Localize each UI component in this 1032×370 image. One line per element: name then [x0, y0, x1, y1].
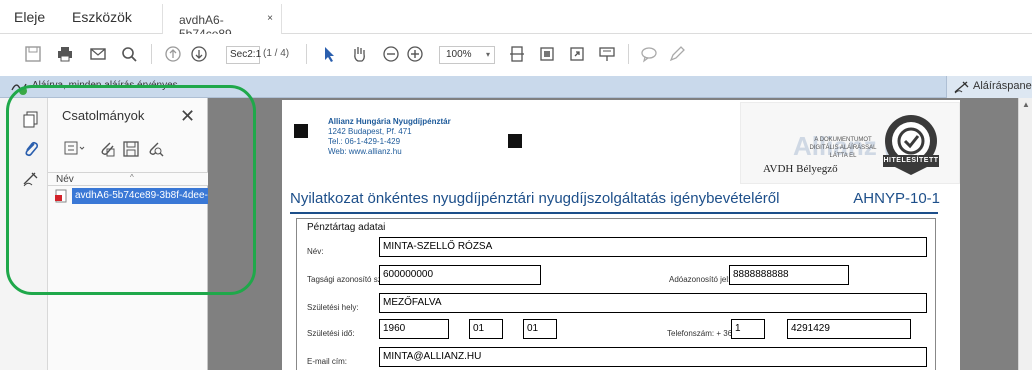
birth-year-field[interactable]: 1960: [379, 319, 449, 339]
email-label: E-mail cím:: [307, 357, 347, 366]
tab-close-icon[interactable]: ×: [267, 13, 273, 24]
name-label: Név:: [307, 247, 324, 256]
phone-area-field[interactable]: 1: [731, 319, 765, 339]
attachment-list-item[interactable]: avdhA6-5b74ce89-3b8f-4dee-b379: [52, 188, 208, 204]
stamp-note: A DOKUMENTUMOT DIGITÁLIS ALÁÍRÁSSAL LÁTT…: [809, 137, 877, 159]
prev-page-icon[interactable]: [164, 45, 182, 65]
save-icon[interactable]: [24, 45, 42, 65]
vertical-scrollbar[interactable]: ▲: [1018, 98, 1032, 370]
phone-label: Telefonszám: + 36: [667, 329, 733, 338]
navigation-rail: [0, 98, 48, 370]
scroll-up-icon[interactable]: ▲: [1022, 100, 1030, 109]
birthplace-field[interactable]: MEZŐFALVA: [379, 293, 927, 313]
menu-bar: Eleje Eszközök avdhA6-5b74ce89-... ×: [0, 0, 1032, 41]
attachments-panel: Csatolmányok ✕ Név ^ avdhA6-5b74ce89-3b8…: [48, 98, 208, 370]
signature-panel-label: Aláíráspanel: [973, 80, 1032, 92]
page-count: (1 / 4): [263, 48, 290, 59]
avdh-stamp: Allianz ( A DOKUMENTUMOT DIGITÁLIS ALÁÍR…: [740, 102, 960, 184]
print-icon[interactable]: [56, 45, 74, 65]
name-field[interactable]: MINTA-SZELLŐ RÓZSA: [379, 237, 927, 257]
rotate-icon[interactable]: [538, 45, 556, 65]
attachments-toolbar: [58, 136, 208, 162]
menu-tools[interactable]: Eszközök: [72, 9, 132, 25]
signature-status-text: Aláírva, minden aláírás érvényes.: [32, 80, 181, 91]
seal-label: HITELESÍTETT: [883, 157, 939, 164]
zoom-in-icon[interactable]: [406, 45, 424, 65]
birth-day-field[interactable]: 01: [523, 319, 557, 339]
registration-mark: [294, 124, 308, 138]
pages-icon[interactable]: [22, 110, 40, 128]
organization-address: 1242 Budapest, Pf. 471: [328, 127, 412, 136]
fit-page-icon[interactable]: [508, 45, 526, 65]
hand-icon[interactable]: [350, 45, 368, 65]
organization-phone: Tel.: 06-1-429-1-429: [328, 137, 401, 146]
comment-icon[interactable]: [640, 45, 658, 65]
document-page: Allianz Hungária Nyugdíjpénztár 1242 Bud…: [282, 100, 960, 370]
pen-icon[interactable]: [668, 45, 686, 65]
column-header-name[interactable]: Név ^: [48, 172, 208, 186]
tax-id-field[interactable]: 8888888888: [729, 265, 849, 285]
document-viewer: Allianz Hungária Nyugdíjpénztár 1242 Bud…: [208, 98, 1018, 370]
birth-month-field[interactable]: 01: [469, 319, 503, 339]
open-attachment-icon[interactable]: [98, 140, 116, 161]
phone-number-field[interactable]: 4291429: [787, 319, 911, 339]
tax-id-label: Adóazonosító jel:: [669, 275, 731, 284]
pdf-file-icon: [54, 189, 68, 206]
email-icon[interactable]: [89, 45, 107, 65]
search-icon[interactable]: [120, 45, 138, 65]
options-menu-icon[interactable]: [64, 140, 86, 159]
member-data-section: Pénztártag adatai Név: MINTA-SZELLŐ RÓZS…: [296, 218, 936, 370]
sort-indicator-icon: ^: [130, 173, 134, 182]
organization-web: Web: www.allianz.hu: [328, 147, 402, 156]
attachments-panel-title: Csatolmányok: [62, 108, 145, 123]
organization-address-block: Allianz Hungária Nyugdíjpénztár 1242 Bud…: [328, 117, 451, 157]
document-title: Nyilatkozat önkéntes nyugdíjpénztári nyu…: [290, 190, 780, 207]
zoom-value: 100%: [446, 49, 472, 60]
toolbar: Sec2:1 (1 / 4) 100% ▾: [0, 34, 1032, 74]
signature-status-bar: Aláírva, minden aláírás érvényes. Aláírá…: [0, 76, 1032, 98]
close-icon[interactable]: ✕: [180, 106, 195, 127]
fullscreen-icon[interactable]: [568, 45, 586, 65]
select-arrow-icon[interactable]: [320, 45, 338, 65]
read-mode-icon[interactable]: [598, 45, 616, 65]
signatures-icon[interactable]: [22, 170, 40, 188]
menu-home[interactable]: Eleje: [14, 9, 45, 25]
birthdate-label: Születési idő:: [307, 329, 355, 338]
title-divider: [290, 212, 938, 214]
member-id-field[interactable]: 600000000: [379, 265, 541, 285]
stamp-caption: AVDH Bélyegző: [763, 163, 838, 175]
email-field[interactable]: MINTA@ALLIANZ.HU: [379, 347, 927, 367]
organization-name: Allianz Hungária Nyugdíjpénztár: [328, 117, 451, 126]
section-title: Pénztártag adatai: [307, 222, 386, 233]
page-number-input[interactable]: Sec2:1: [226, 46, 261, 64]
next-page-icon[interactable]: [190, 45, 208, 65]
signature-panel-button[interactable]: Aláíráspanel: [946, 76, 1032, 98]
signature-pen-icon: [953, 79, 971, 98]
save-attachment-icon[interactable]: [122, 140, 140, 161]
zoom-select[interactable]: 100% ▾: [439, 46, 495, 64]
certified-seal-icon: HITELESÍTETT: [881, 113, 941, 177]
zoom-out-icon[interactable]: [382, 45, 400, 65]
attachment-file-name: avdhA6-5b74ce89-3b8f-4dee-b379: [72, 188, 208, 204]
document-tab[interactable]: avdhA6-5b74ce89-... ×: [162, 4, 282, 41]
search-attachment-icon[interactable]: [146, 140, 164, 161]
document-code: AHNYP-10-1: [853, 190, 940, 207]
registration-mark: [508, 134, 522, 148]
chevron-down-icon: ▾: [485, 50, 490, 59]
signature-valid-icon: [10, 78, 28, 99]
attachment-paperclip-icon[interactable]: [22, 140, 40, 158]
birthplace-label: Születési hely:: [307, 303, 359, 312]
